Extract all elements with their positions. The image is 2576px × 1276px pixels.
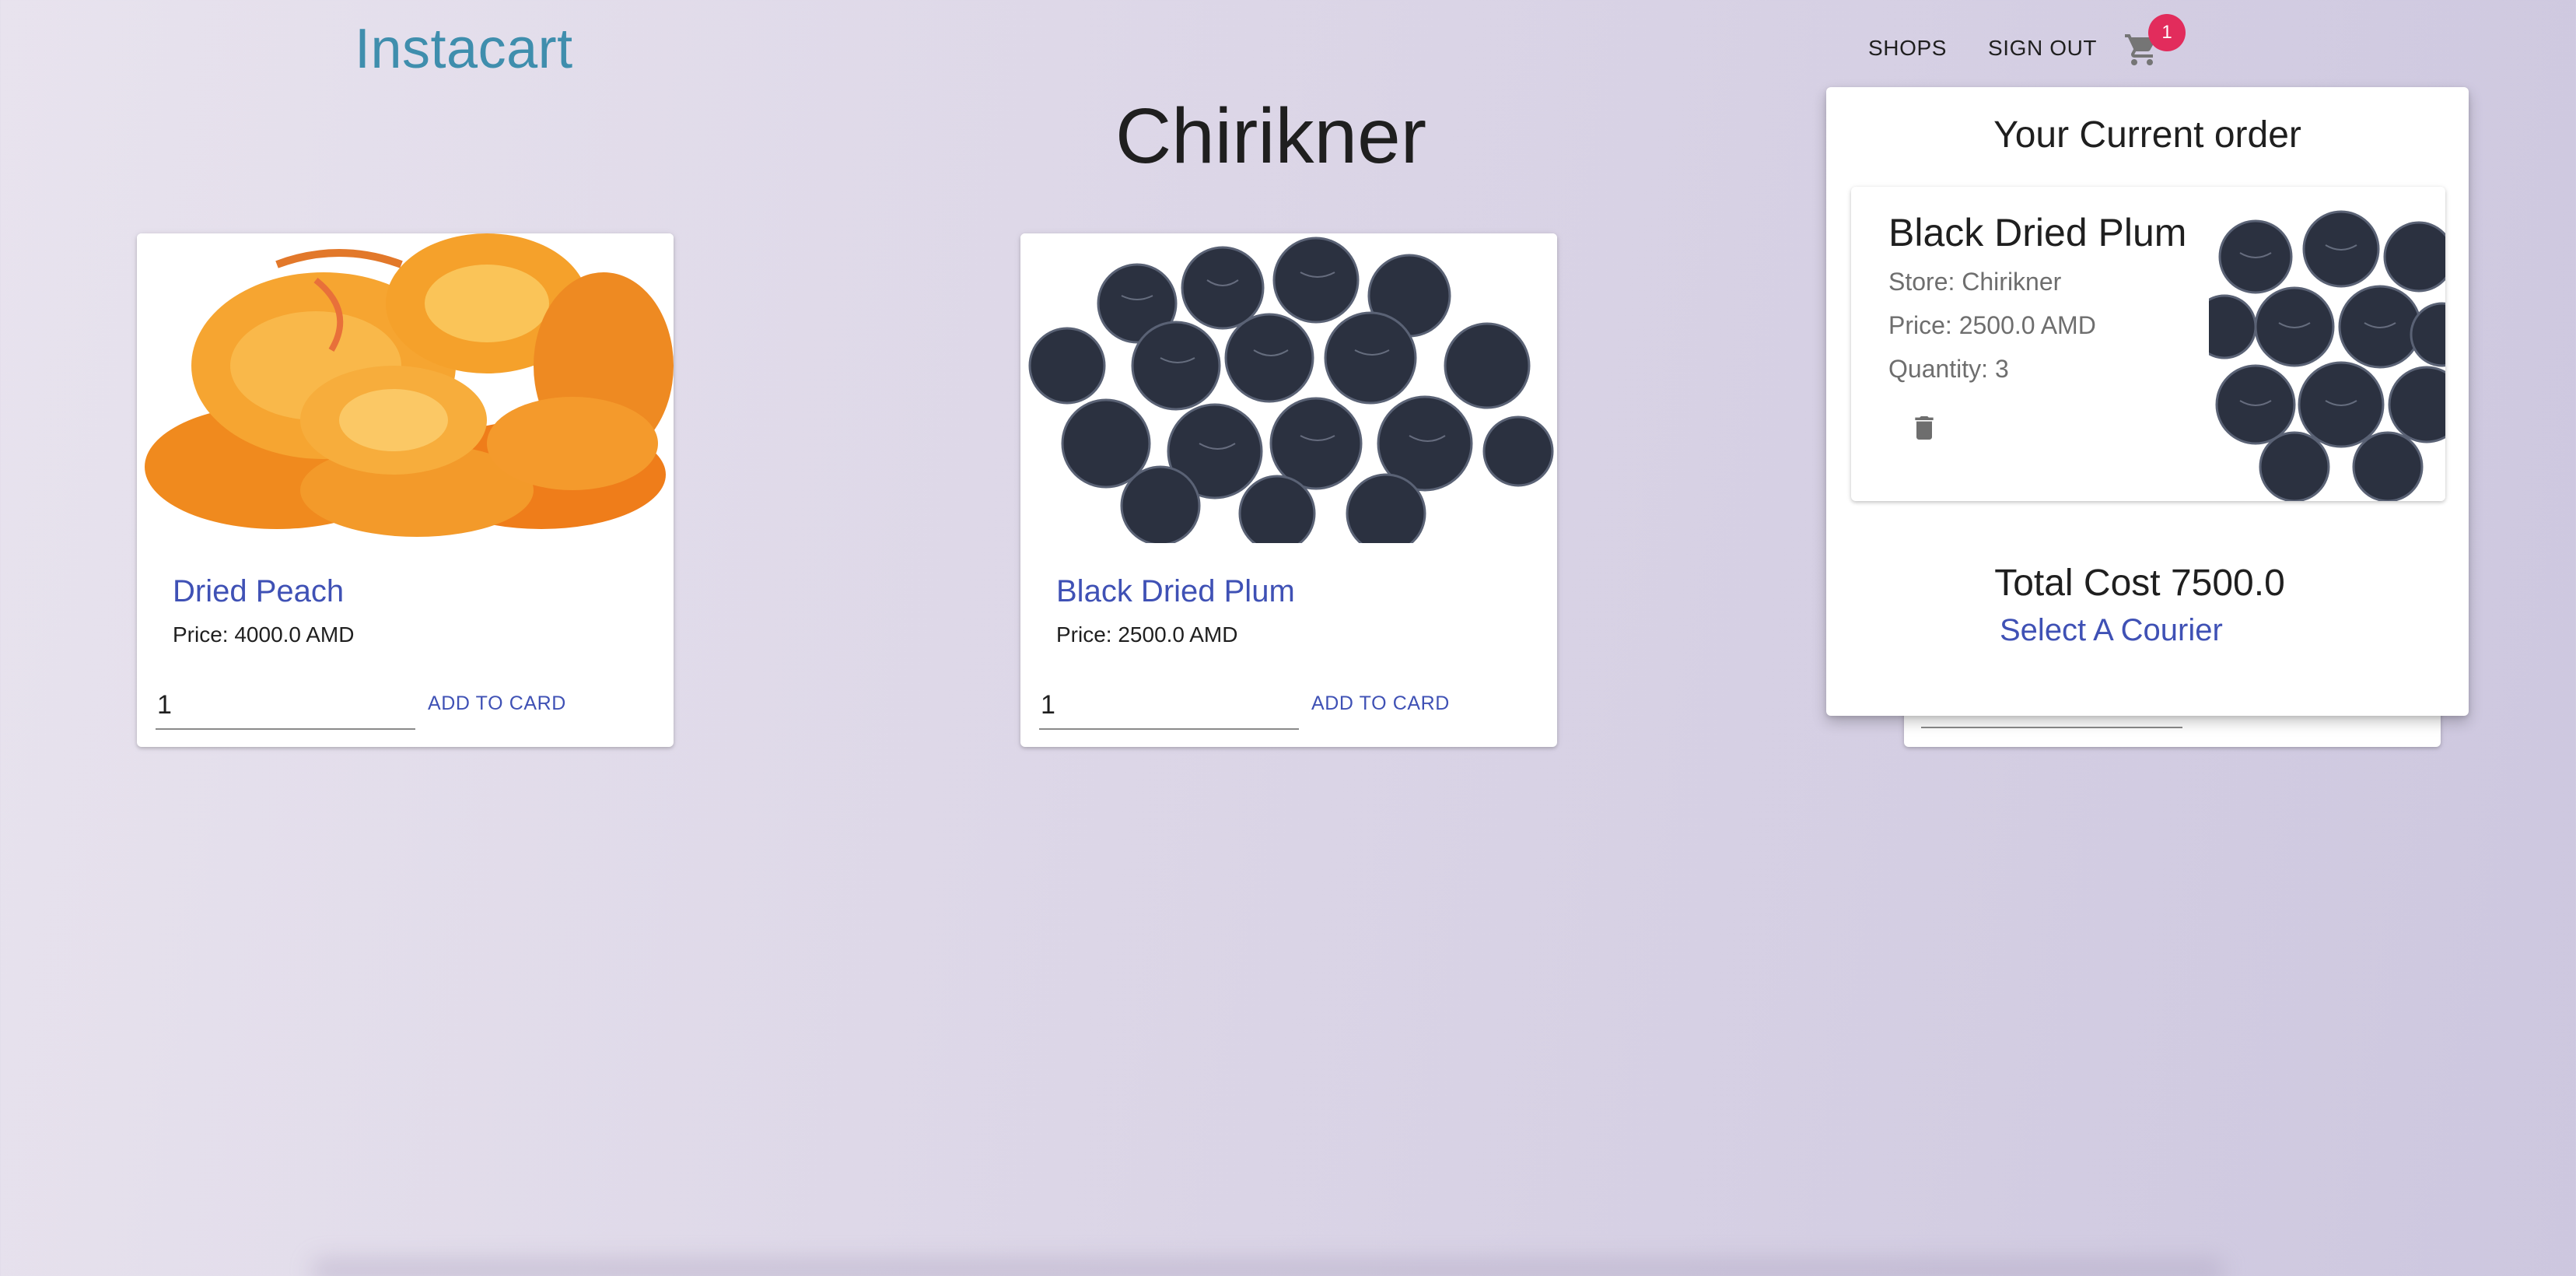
- page-footer-shadow: [311, 1259, 2224, 1276]
- order-item-store: Store: Chirikner: [1888, 268, 2062, 296]
- product-card: Black Dried Plum Price: 2500.0 AMD ADD T…: [1020, 233, 1557, 747]
- product-card: Dried Peach Price: 4000.0 AMD ADD TO CAR…: [137, 233, 674, 747]
- current-order-popover: Your Current order Black Dried Plum Stor…: [1826, 87, 2469, 716]
- product-price: Price: 2500.0 AMD: [1056, 622, 1238, 647]
- add-to-cart-button[interactable]: ADD TO CARD: [428, 692, 566, 715]
- order-item-quantity: Quantity: 3: [1888, 355, 2009, 383]
- delete-item-button[interactable]: [1901, 405, 1948, 451]
- total-cost: Total Cost 7500.0: [1994, 563, 2285, 604]
- product-name[interactable]: Black Dried Plum: [1056, 574, 1295, 609]
- quantity-input[interactable]: [1039, 682, 1299, 730]
- nav-sign-out-link[interactable]: SIGN OUT: [1988, 36, 2097, 61]
- quantity-input-underline: [1921, 727, 2182, 728]
- product-price: Price: 4000.0 AMD: [173, 622, 355, 647]
- order-title: Your Current order: [1993, 114, 2301, 156]
- cart-count-badge: 1: [2148, 14, 2186, 51]
- brand-logo[interactable]: Instacart: [355, 17, 573, 81]
- add-to-cart-button[interactable]: ADD TO CARD: [1311, 692, 1450, 715]
- cart-button[interactable]: 1: [2123, 14, 2186, 72]
- quantity-input[interactable]: [156, 682, 415, 730]
- order-item-card: Black Dried Plum Store: Chirikner Price:…: [1851, 187, 2445, 501]
- trash-icon: [1915, 416, 1934, 440]
- product-name[interactable]: Dried Peach: [173, 574, 344, 609]
- order-item-name: Black Dried Plum: [1888, 211, 2187, 254]
- nav-shops-link[interactable]: SHOPS: [1868, 36, 1947, 61]
- select-courier-link[interactable]: Select A Courier: [2000, 613, 2223, 648]
- black-dried-plum-thumbnail: [2209, 210, 2445, 501]
- dried-peach-image: [137, 233, 674, 543]
- black-dried-plum-image: [1020, 233, 1557, 543]
- order-item-price: Price: 2500.0 AMD: [1888, 311, 2096, 339]
- page-title: Chirikner: [1115, 93, 1427, 180]
